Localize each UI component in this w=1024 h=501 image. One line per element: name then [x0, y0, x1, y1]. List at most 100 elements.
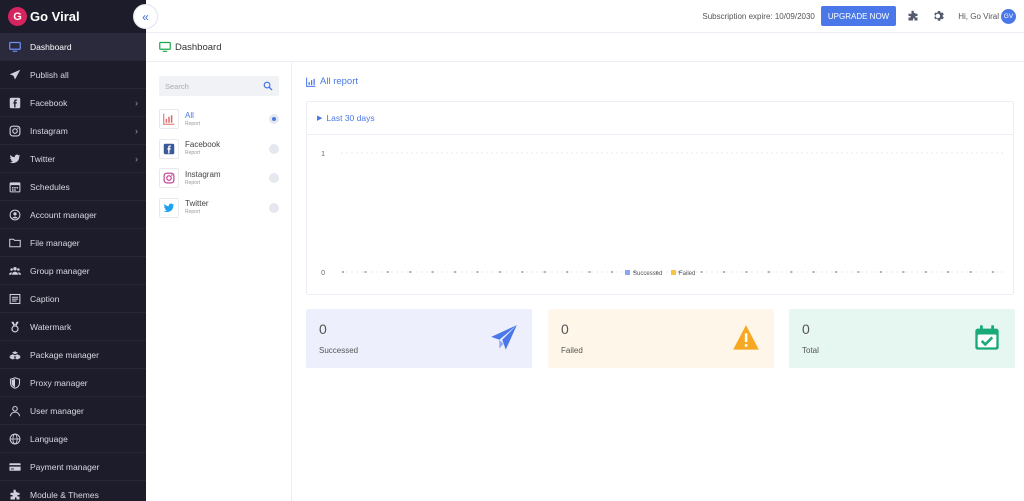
- chart-bar-icon: [159, 109, 179, 129]
- calendar-check-icon: [972, 323, 1002, 353]
- sidebar-item-proxy-manager[interactable]: Proxy manager: [0, 369, 146, 397]
- chevron-right-icon: ›: [135, 154, 138, 164]
- report-chart-card: ▶ Last 30 days 0 1 Successed Failed: [306, 101, 1014, 295]
- sidebar-item-watermark[interactable]: Watermark: [0, 313, 146, 341]
- sidebar-item-group-manager[interactable]: Group manager: [0, 257, 146, 285]
- facebook-icon: [8, 96, 22, 110]
- stat-label: Successed: [319, 346, 359, 355]
- folder-icon: [8, 236, 22, 250]
- data-point-failed: [947, 271, 950, 273]
- report-filter-panel: AllReport FacebookReport InstagramReport Tw…: [146, 62, 292, 501]
- sidebar-item-user-manager[interactable]: User manager: [0, 397, 146, 425]
- app: G Go Viral « Dashboard Publish all Faceboo…: [0, 0, 1024, 501]
- filter-item-all[interactable]: All Report: [159, 106, 283, 132]
- date-range-toggle[interactable]: ▶ Last 30 days: [307, 102, 1013, 135]
- sidebar-item-language[interactable]: Language: [0, 425, 146, 453]
- data-point-failed: [476, 271, 479, 273]
- data-point-failed: [409, 271, 412, 273]
- data-point-failed: [386, 271, 389, 273]
- filter-item-text: Twitter Report: [185, 200, 209, 215]
- data-point-failed: [857, 271, 860, 273]
- filter-item-instagram[interactable]: Instagram Report: [159, 165, 283, 191]
- filter-item-name: Twitter: [185, 199, 209, 208]
- brand-logo: G: [8, 7, 27, 26]
- stat-value: 0: [561, 321, 569, 337]
- filter-radio[interactable]: [269, 143, 279, 154]
- sidebar-item-instagram[interactable]: Instagram ›: [0, 117, 146, 145]
- filter-item-sub: Report: [185, 150, 201, 156]
- upgrade-button[interactable]: UPGRADE NOW: [820, 6, 897, 26]
- sidebar-item-publish-all[interactable]: Publish all: [0, 61, 146, 89]
- sidebar-item-file-manager[interactable]: File manager: [0, 229, 146, 257]
- sidebar: G Go Viral « Dashboard Publish all Faceboo…: [0, 0, 158, 501]
- sidebar-collapse-button[interactable]: «: [133, 4, 158, 29]
- main-content: All report ▶ Last 30 days 0 1 Successed Fai…: [293, 62, 1024, 501]
- filter-radio[interactable]: [269, 114, 279, 124]
- sidebar-item-label: Caption: [30, 293, 60, 304]
- data-point-failed: [835, 271, 838, 273]
- stat-card-total: 0 Total: [789, 309, 1015, 368]
- monitor-icon: [8, 40, 22, 54]
- filter-item-text: All Report: [185, 111, 200, 127]
- paper-plane-icon: [8, 68, 22, 82]
- sidebar-item-payment-manager[interactable]: Payment manager: [0, 453, 146, 481]
- caption-icon: [8, 292, 22, 306]
- sidebar-item-dashboard[interactable]: Dashboard: [0, 33, 146, 61]
- filter-item-text: Facebook Report: [185, 141, 220, 156]
- top-header: Subscription expire: 10/09/2030 UPGRADE …: [146, 0, 1024, 33]
- twitter-icon: [8, 152, 22, 166]
- sidebar-item-schedules[interactable]: Schedules: [0, 173, 146, 201]
- data-point-failed: [364, 271, 367, 273]
- stat-label: Failed: [561, 346, 583, 355]
- data-point-failed: [790, 271, 793, 273]
- search-icon[interactable]: [263, 81, 273, 91]
- sidebar-item-label: Proxy manager: [30, 377, 88, 388]
- sidebar-item-caption[interactable]: Caption: [0, 285, 146, 313]
- sidebar-item-module-themes[interactable]: Module & Themes: [0, 481, 146, 501]
- sidebar-item-label: User manager: [30, 405, 84, 416]
- data-point-failed: [431, 271, 434, 273]
- filter-radio[interactable]: [269, 202, 279, 213]
- data-point-failed: [879, 271, 882, 273]
- filter-item-twitter[interactable]: Twitter Report: [159, 195, 283, 221]
- sidebar-item-label: Watermark: [30, 321, 72, 332]
- stat-value: 0: [319, 321, 327, 337]
- user-greeting[interactable]: Hi, Go Viral: [958, 12, 999, 21]
- page-title-bar: Dashboard: [146, 33, 1024, 62]
- instagram-icon: [8, 124, 22, 138]
- filter-item-name: Facebook: [185, 140, 221, 149]
- date-range-label: Last 30 days: [326, 113, 375, 123]
- sidebar-item-label: Payment manager: [30, 461, 100, 472]
- sidebar-item-twitter[interactable]: Twitter ›: [0, 145, 146, 173]
- sidebar-item-label: Twitter: [30, 153, 56, 164]
- filter-radio[interactable]: [269, 173, 279, 183]
- puzzle-icon[interactable]: [906, 9, 920, 23]
- warning-icon: [731, 323, 761, 353]
- data-point-failed: [498, 271, 501, 273]
- data-point-failed: [969, 271, 972, 273]
- legend-label: Failed: [679, 271, 695, 277]
- filter-item-facebook[interactable]: Facebook Report: [159, 136, 283, 162]
- sidebar-item-package-manager[interactable]: Package manager: [0, 341, 146, 369]
- sidebar-item-facebook[interactable]: Facebook ›: [0, 89, 146, 117]
- sidebar-item-label: Schedules: [30, 181, 70, 192]
- data-point-failed: [767, 271, 770, 273]
- gear-icon[interactable]: [932, 9, 946, 23]
- sidebar-item-account-manager[interactable]: Account manager: [0, 201, 146, 229]
- calendar-icon: [8, 180, 22, 194]
- stat-value: 0: [802, 321, 810, 337]
- facebook-icon: [159, 138, 179, 159]
- monitor-icon: [159, 41, 171, 52]
- search-box: [159, 76, 279, 96]
- brand[interactable]: G Go Viral: [0, 0, 146, 33]
- package-icon: [8, 348, 22, 362]
- avatar[interactable]: GV: [1001, 8, 1016, 24]
- puzzle-icon: [8, 488, 22, 501]
- data-point-failed: [610, 271, 613, 273]
- paper-plane-icon: [489, 323, 519, 353]
- chevron-right-icon: ›: [135, 98, 138, 108]
- sidebar-item-label: Module & Themes: [30, 489, 99, 500]
- medal-icon: [8, 320, 22, 334]
- search-input[interactable]: [165, 81, 255, 91]
- data-point-failed: [342, 271, 344, 273]
